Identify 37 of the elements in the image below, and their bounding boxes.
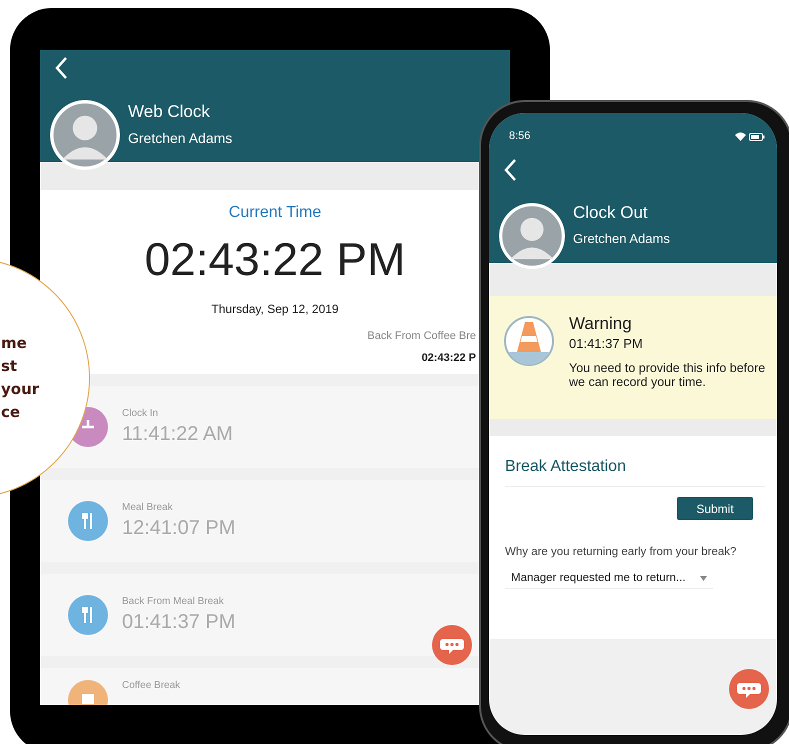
punch-label: Clock In: [122, 408, 160, 419]
callout-text: your: [0, 379, 40, 400]
last-punch-time: 02:43:22 P: [422, 352, 476, 364]
form-question: Why are you returning early from your break?: [505, 546, 738, 558]
warning-title: Warning: [569, 314, 633, 334]
card-heading: Current Time: [228, 204, 322, 222]
battery-icon: [749, 133, 765, 141]
caret-icon: [700, 576, 707, 580]
punch-label: Coffee Break: [122, 680, 180, 691]
back-icon[interactable]: [503, 158, 517, 182]
callout-text: ce: [0, 402, 22, 423]
chat-button[interactable]: [432, 625, 472, 665]
warning-message: You need to provide this info before we can record your time.: [569, 361, 766, 389]
punch-label: Meal Break: [122, 502, 174, 513]
screen-title: Clock Out: [573, 203, 649, 223]
back-icon[interactable]: [54, 56, 68, 80]
form-title: Break Attestation: [505, 458, 765, 487]
punch-label: Back From Meal Break: [122, 596, 225, 607]
callout-text: me: [0, 333, 28, 354]
avatar-silhouette: [499, 203, 565, 269]
traffic-cone-icon: [503, 314, 555, 368]
punch-time: 11:41:22 AM: [122, 423, 233, 446]
wifi-icon: [735, 132, 746, 141]
submit-button[interactable]: Submit: [677, 497, 753, 520]
warning-time: 01:41:37 PM: [569, 336, 644, 351]
reason-dropdown[interactable]: Manager requested me to return...: [505, 568, 713, 589]
punch-time: 01:41:37 PM: [122, 611, 236, 634]
screen-title: Web Clock: [128, 102, 211, 122]
user-name: Gretchen Adams: [573, 231, 670, 246]
punch-time: 12:41:07 PM: [122, 517, 236, 540]
status-time: 8:56: [509, 130, 530, 142]
current-time: 02:43:22 PM: [144, 232, 406, 286]
callout-text: st: [0, 356, 18, 377]
last-punch-label: Back From Coffee Bre: [367, 330, 476, 342]
current-date: Thursday, Sep 12, 2019: [211, 302, 339, 316]
chat-button[interactable]: [729, 669, 769, 709]
user-name: Gretchen Adams: [128, 130, 232, 146]
